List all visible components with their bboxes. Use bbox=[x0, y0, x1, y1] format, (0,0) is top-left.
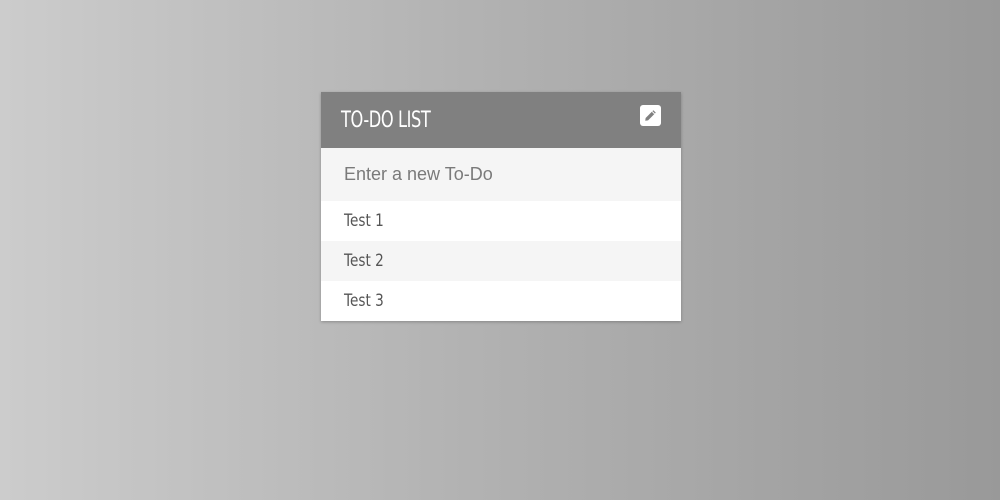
edit-button[interactable] bbox=[640, 105, 661, 126]
todo-item-label: Test 3 bbox=[344, 291, 384, 311]
todo-header: TO-DO LIST bbox=[321, 92, 681, 148]
new-todo-input[interactable] bbox=[321, 148, 681, 201]
pencil-icon bbox=[645, 110, 656, 121]
todo-item-label: Test 2 bbox=[344, 251, 384, 271]
todo-list: Test 1 Test 2 Test 3 bbox=[321, 201, 681, 321]
todo-item[interactable]: Test 1 bbox=[321, 201, 681, 241]
todo-title: TO-DO LIST bbox=[341, 108, 431, 133]
todo-item[interactable]: Test 2 bbox=[321, 241, 681, 281]
todo-item-label: Test 1 bbox=[344, 211, 384, 231]
new-todo-field-wrap bbox=[321, 148, 681, 201]
todo-item[interactable]: Test 3 bbox=[321, 281, 681, 321]
todo-card: TO-DO LIST Test 1 Test 2 Test 3 bbox=[321, 92, 681, 321]
